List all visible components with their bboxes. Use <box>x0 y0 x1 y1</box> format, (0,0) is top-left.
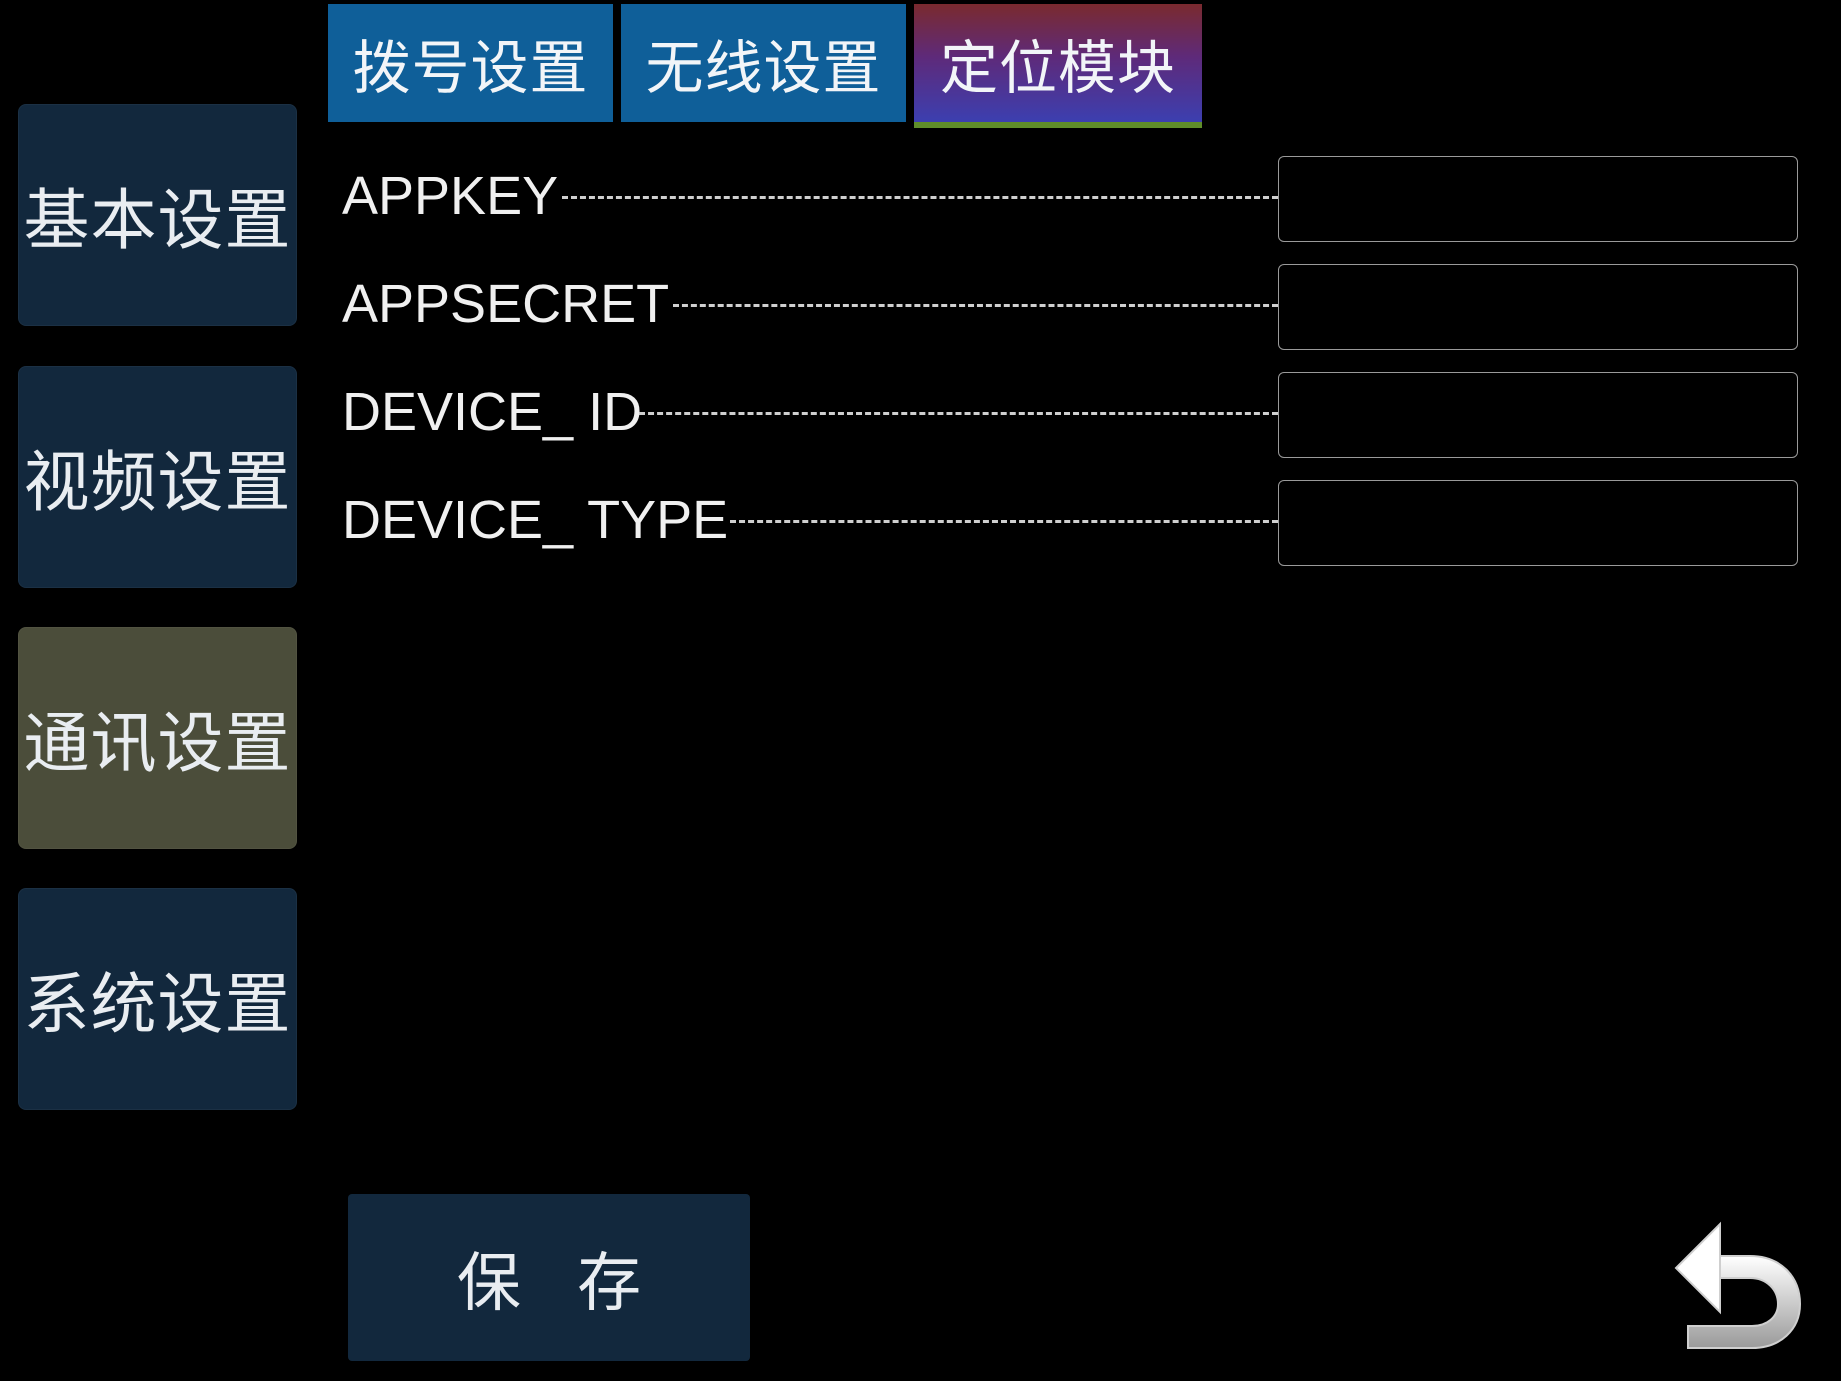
form-row-appkey: APPKEY <box>340 156 1802 256</box>
tab-label: 拨号设置 <box>352 34 589 102</box>
sidebar-item-label: 基本设置 <box>23 182 292 259</box>
form-row-device-type: DEVICE_ TYPE <box>340 480 1802 580</box>
dashed-leader <box>562 196 1278 199</box>
save-button-label: 保 存 <box>456 1246 660 1321</box>
sidebar-item-basic-settings[interactable]: 基本设置 <box>18 104 297 326</box>
field-label: DEVICE_ TYPE <box>342 490 729 550</box>
save-button[interactable]: 保 存 <box>348 1194 750 1361</box>
device-id-input[interactable] <box>1278 372 1798 458</box>
dashed-leader <box>673 304 1278 307</box>
tab-positioning-module[interactable]: 定位模块 <box>914 4 1202 128</box>
tab-wireless-settings[interactable]: 无线设置 <box>621 4 906 122</box>
form-row-appsecret: APPSECRET <box>340 264 1802 364</box>
field-label: DEVICE_ ID <box>342 382 643 442</box>
sidebar-item-system-settings[interactable]: 系统设置 <box>18 888 297 1110</box>
dashed-leader <box>639 412 1278 415</box>
appsecret-input[interactable] <box>1278 264 1798 350</box>
back-arrow-icon[interactable] <box>1668 1214 1808 1354</box>
back-arrow-icon-graphic <box>1674 1221 1802 1349</box>
sidebar-item-label: 视频设置 <box>23 444 292 521</box>
settings-screen: 基本设置 视频设置 通讯设置 系统设置 拨号设置 无线设置 定位模块 APPKE… <box>0 0 1841 1381</box>
field-label: APPSECRET <box>342 274 670 334</box>
sidebar-item-label: 系统设置 <box>23 966 292 1043</box>
sidebar-item-label: 通讯设置 <box>23 705 292 782</box>
appkey-input[interactable] <box>1278 156 1798 242</box>
field-label: APPKEY <box>342 166 559 226</box>
sidebar-item-video-settings[interactable]: 视频设置 <box>18 366 297 588</box>
form-row-device-id: DEVICE_ ID <box>340 372 1802 472</box>
sidebar-item-communication-settings[interactable]: 通讯设置 <box>18 627 297 849</box>
device-type-input[interactable] <box>1278 480 1798 566</box>
dashed-leader <box>730 520 1278 523</box>
tab-dial-settings[interactable]: 拨号设置 <box>328 4 613 122</box>
tab-label: 无线设置 <box>645 34 882 102</box>
tab-label: 定位模块 <box>939 34 1176 102</box>
